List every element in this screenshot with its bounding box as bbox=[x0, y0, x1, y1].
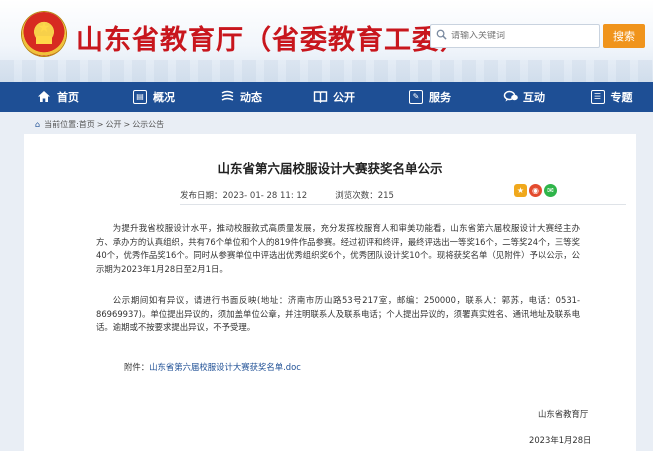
service-icon: ✎ bbox=[409, 90, 423, 104]
article-title: 山东省第六届校服设计大赛获奖名单公示 bbox=[217, 161, 443, 176]
location-home-icon: ⌂ bbox=[35, 120, 41, 129]
site-title[interactable]: 山东省教育厅（省委教育工委） bbox=[76, 18, 468, 57]
article-panel: 山东省第六届校服设计大赛获奖名单公示 发布日期：2023- 01- 28 11:… bbox=[24, 134, 636, 451]
attachment-line: 附件：山东省第六届校服设计大赛获奖名单.doc bbox=[124, 361, 301, 373]
attachment-link[interactable]: 山东省第六届校服设计大赛获奖名单.doc bbox=[149, 362, 301, 372]
book-icon bbox=[313, 90, 328, 104]
nav-item-topic[interactable]: ☰ 专题 bbox=[570, 82, 653, 112]
search-icon bbox=[431, 29, 451, 43]
breadcrumb-link-public[interactable]: 公开 bbox=[105, 119, 121, 130]
breadcrumb: ⌂ 当前位置: 首页 > 公开 > 公示公告 bbox=[35, 119, 164, 130]
nav-item-interact[interactable]: 互动 bbox=[478, 82, 570, 112]
nav-item-overview[interactable]: ▤ 概况 bbox=[112, 82, 196, 112]
nav-label-public: 公开 bbox=[333, 91, 355, 104]
nav-label-topic: 专题 bbox=[610, 91, 633, 104]
national-emblem-icon: ★ bbox=[22, 12, 66, 56]
article-paragraph-1: 为提升我省校服设计水平，推动校服款式高质量发展，充分发挥校服育人和审美功能看，山… bbox=[96, 223, 580, 274]
wechat-share-icon[interactable]: ✉ bbox=[544, 184, 557, 197]
meta-divider bbox=[180, 204, 626, 205]
article-paragraph-2: 公示期间如有异议，请进行书面反映(地址：济南市历山路53号217室，邮编：250… bbox=[96, 295, 580, 332]
article-meta: 发布日期：2023- 01- 28 11: 12 浏览次数：215 bbox=[180, 189, 394, 201]
nav-label-service: 服务 bbox=[429, 91, 451, 104]
search-input[interactable] bbox=[451, 31, 591, 41]
breadcrumb-link-notices[interactable]: 公示公告 bbox=[132, 119, 164, 130]
search-button[interactable]: 搜索 bbox=[603, 24, 645, 48]
views-count: 215 bbox=[377, 191, 394, 201]
nav-item-home[interactable]: 首页 bbox=[4, 82, 112, 112]
nav-item-public[interactable]: 公开 bbox=[286, 82, 382, 112]
site-header: ★ 山东省教育厅（省委教育工委） 搜索 bbox=[0, 0, 653, 82]
share-buttons: ★ ◉ ✉ bbox=[514, 184, 557, 197]
attachment-label: 附件： bbox=[124, 362, 150, 372]
publish-date: 2023- 01- 28 11: 12 bbox=[222, 191, 308, 201]
nav-label-news: 动态 bbox=[240, 91, 262, 104]
main-nav: 首页 ▤ 概况 动态 公开 ✎ 服务 互动 ☰ 专题 bbox=[0, 82, 653, 112]
views-label: 浏览次数： bbox=[335, 191, 378, 201]
publish-date-label: 发布日期： bbox=[180, 191, 223, 201]
chat-icon bbox=[503, 90, 518, 104]
breadcrumb-separator: > bbox=[123, 120, 131, 129]
nav-label-interact: 互动 bbox=[523, 91, 545, 104]
breadcrumb-link-home[interactable]: 首页 bbox=[79, 119, 95, 130]
nav-item-service[interactable]: ✎ 服务 bbox=[382, 82, 478, 112]
breadcrumb-prefix: 当前位置: bbox=[44, 120, 79, 129]
weibo-share-icon[interactable]: ◉ bbox=[529, 184, 542, 197]
topic-icon: ☰ bbox=[590, 90, 605, 104]
search-box[interactable] bbox=[430, 24, 600, 48]
qzone-share-icon[interactable]: ★ bbox=[514, 184, 527, 197]
signature-org: 山东省教育厅 bbox=[538, 409, 589, 419]
overview-icon: ▤ bbox=[133, 90, 147, 104]
nav-label-home: 首页 bbox=[57, 91, 79, 104]
home-icon bbox=[37, 90, 51, 104]
nav-item-news[interactable]: 动态 bbox=[196, 82, 286, 112]
nav-label-overview: 概况 bbox=[153, 91, 175, 104]
news-icon bbox=[220, 90, 234, 104]
breadcrumb-separator: > bbox=[96, 120, 104, 129]
signature-date: 2023年1月28日 bbox=[529, 435, 592, 445]
header-skyline-decoration bbox=[0, 60, 653, 82]
